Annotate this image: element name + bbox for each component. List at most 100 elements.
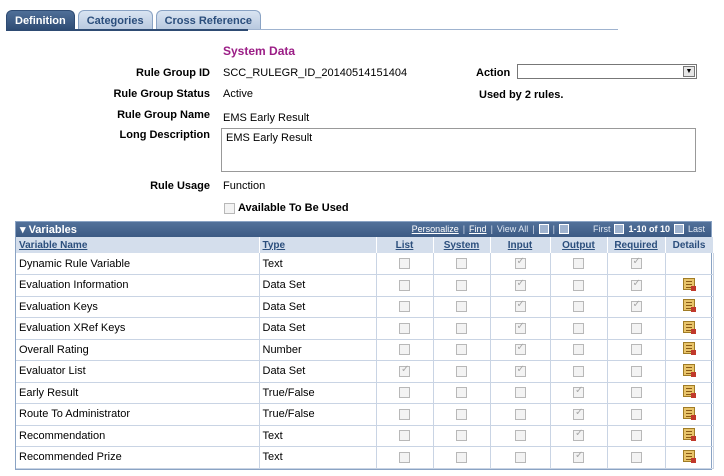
system-cell: [433, 253, 491, 275]
col-variable-name[interactable]: Variable Name: [16, 237, 260, 253]
required-checkbox[interactable]: [630, 256, 642, 270]
col-list[interactable]: List: [376, 237, 434, 253]
tab-definition[interactable]: Definition: [6, 10, 75, 30]
list-checkbox[interactable]: [399, 322, 410, 334]
input-checkbox[interactable]: [514, 387, 526, 399]
grid-view-icon[interactable]: [558, 224, 569, 234]
input-checkbox[interactable]: [514, 430, 526, 442]
personalize-link[interactable]: Personalize: [412, 224, 459, 234]
required-checkbox[interactable]: [630, 344, 642, 356]
output-checkbox[interactable]: [573, 407, 584, 420]
first-link[interactable]: First: [593, 224, 611, 234]
list-checkbox[interactable]: [399, 430, 410, 442]
details-icon[interactable]: [683, 385, 696, 399]
list-checkbox[interactable]: [399, 279, 410, 291]
required-checkbox[interactable]: [630, 299, 642, 313]
system-checkbox[interactable]: [456, 430, 467, 442]
view-all-link[interactable]: View All: [497, 224, 528, 234]
input-checkbox[interactable]: [514, 299, 526, 313]
last-link[interactable]: Last: [688, 224, 705, 234]
details-cell: [665, 382, 714, 404]
system-checkbox[interactable]: [456, 344, 467, 356]
required-checkbox[interactable]: [630, 365, 642, 377]
details-icon[interactable]: [683, 320, 696, 334]
col-system[interactable]: System: [433, 237, 491, 253]
output-checkbox[interactable]: [573, 279, 584, 291]
col-required[interactable]: Required: [607, 237, 666, 253]
list-cell: [376, 425, 434, 447]
download-icon[interactable]: [538, 224, 549, 234]
table-row: Early Result True/False: [16, 382, 714, 404]
available-checkbox[interactable]: [224, 202, 235, 214]
find-link[interactable]: Find: [469, 224, 487, 234]
input-checkbox[interactable]: [514, 278, 526, 291]
input-cell: [490, 274, 551, 297]
input-checkbox[interactable]: [514, 451, 526, 463]
details-icon[interactable]: [683, 406, 696, 420]
list-checkbox[interactable]: [399, 451, 410, 463]
required-checkbox[interactable]: [630, 430, 642, 442]
list-cell: [376, 382, 434, 404]
output-checkbox[interactable]: [573, 258, 584, 270]
input-checkbox[interactable]: [514, 342, 526, 356]
system-checkbox[interactable]: [456, 408, 467, 420]
list-checkbox[interactable]: [399, 258, 410, 270]
required-cell: [607, 274, 666, 297]
tab-cross-reference[interactable]: Cross Reference: [155, 10, 262, 30]
system-checkbox[interactable]: [456, 258, 467, 270]
output-checkbox[interactable]: [573, 301, 584, 313]
input-checkbox[interactable]: [514, 408, 526, 420]
previous-icon[interactable]: [614, 224, 625, 234]
details-icon[interactable]: [683, 363, 696, 377]
output-checkbox[interactable]: [573, 365, 584, 377]
details-icon[interactable]: [683, 428, 696, 442]
col-type[interactable]: Type: [259, 237, 377, 253]
system-checkbox[interactable]: [456, 301, 467, 313]
variable-name-cell: Evaluation Information: [16, 274, 260, 297]
system-checkbox[interactable]: [456, 279, 467, 291]
system-checkbox[interactable]: [456, 365, 467, 377]
required-checkbox[interactable]: [630, 387, 642, 399]
system-checkbox[interactable]: [456, 387, 467, 399]
tab-categories[interactable]: Categories: [77, 10, 153, 30]
col-output[interactable]: Output: [550, 237, 608, 253]
output-checkbox[interactable]: [573, 322, 584, 334]
table-row: Evaluator List Data Set: [16, 360, 714, 383]
output-checkbox[interactable]: [573, 428, 584, 442]
input-checkbox[interactable]: [514, 256, 526, 270]
available-to-be-used: Available To Be Used: [224, 202, 349, 214]
details-icon[interactable]: [683, 342, 696, 356]
next-icon[interactable]: [673, 224, 684, 234]
used-by-text: Used by 2 rules.: [479, 89, 564, 101]
input-checkbox[interactable]: [514, 364, 526, 377]
list-checkbox[interactable]: [399, 408, 410, 420]
output-checkbox[interactable]: [573, 450, 584, 463]
rule-group-status-value: Active: [223, 88, 253, 100]
list-checkbox[interactable]: [399, 344, 410, 356]
tab-bar: Definition Categories Cross Reference: [6, 10, 264, 30]
required-cell: [607, 339, 666, 361]
details-icon[interactable]: [683, 299, 696, 313]
system-checkbox[interactable]: [456, 451, 467, 463]
required-cell: [607, 296, 666, 318]
list-checkbox[interactable]: [399, 387, 410, 399]
details-icon[interactable]: [683, 277, 696, 291]
output-checkbox[interactable]: [573, 385, 584, 399]
input-checkbox[interactable]: [514, 321, 526, 334]
output-checkbox[interactable]: [573, 344, 584, 356]
action-select[interactable]: ▼: [517, 64, 697, 79]
details-icon[interactable]: [683, 449, 696, 463]
required-checkbox[interactable]: [630, 451, 642, 463]
variable-name-cell: Evaluator List: [16, 360, 260, 383]
list-checkbox[interactable]: [399, 301, 410, 313]
required-checkbox[interactable]: [630, 322, 642, 334]
col-input[interactable]: Input: [490, 237, 551, 253]
required-checkbox[interactable]: [630, 408, 642, 420]
system-checkbox[interactable]: [456, 322, 467, 334]
required-checkbox[interactable]: [630, 278, 642, 291]
long-description-textarea[interactable]: EMS Early Result: [221, 128, 696, 172]
chevron-down-icon[interactable]: ▼: [683, 66, 695, 77]
list-checkbox[interactable]: [399, 364, 410, 377]
list-cell: [376, 253, 434, 275]
tab-underline: [6, 29, 248, 31]
